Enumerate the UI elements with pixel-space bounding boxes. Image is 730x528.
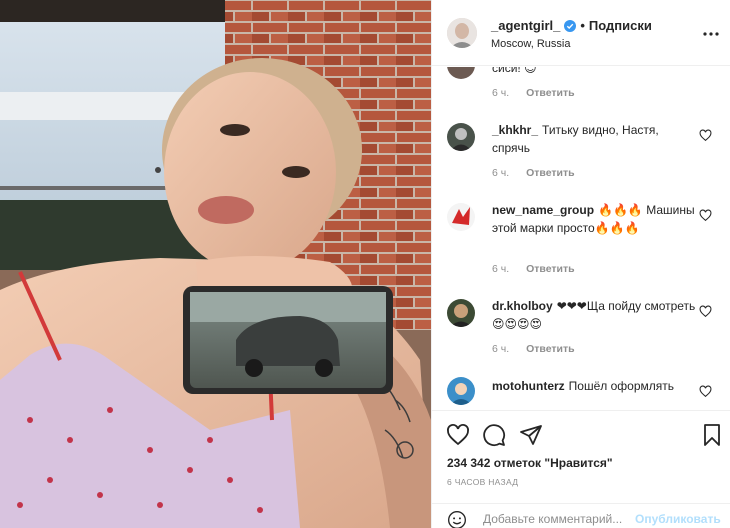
post-time[interactable]: 6 часов назад: [447, 477, 518, 487]
comment-body: Пошёл оформлять: [568, 379, 674, 393]
like-comment-heart-icon[interactable]: [699, 385, 712, 398]
comment-time[interactable]: 6 ч.: [492, 167, 509, 179]
author-username[interactable]: _agentgirl_: [491, 18, 560, 33]
comment-input[interactable]: [483, 510, 643, 528]
comment-time[interactable]: 6 ч.: [492, 263, 509, 275]
add-comment-bar: Опубликовать: [432, 503, 730, 528]
likes-count[interactable]: 234 342 отметок "Нравится": [447, 456, 613, 470]
comment-item: _khkhr_ Титьку видно, Настя, спрячь 6 ч. …: [432, 121, 730, 187]
like-comment-heart-icon[interactable]: [699, 209, 712, 222]
more-options-icon[interactable]: [701, 24, 721, 44]
follow-button[interactable]: Подписки: [589, 18, 652, 33]
reply-button[interactable]: Ответить: [526, 167, 575, 179]
comment-bubble-icon[interactable]: [482, 423, 506, 447]
commenter-username[interactable]: new_name_group: [492, 203, 594, 217]
emoji-smiley-icon[interactable]: [447, 510, 467, 528]
comment-item: new_name_group 🔥🔥🔥 Машины этой марки прос…: [432, 201, 730, 281]
post-sidebar: _agentgirl_ • Подписки Moscow, Russia си…: [431, 0, 730, 528]
commenter-username[interactable]: dr.kholboy: [492, 299, 553, 313]
post-photo[interactable]: [0, 0, 431, 528]
comment-text: motohunterz Пошёл оформлять: [492, 377, 697, 395]
commenter-username[interactable]: _khkhr_: [492, 123, 538, 137]
comments-list[interactable]: сиси! 😊 6 ч. Ответить _khkhr_ Титьку видн…: [432, 67, 730, 409]
author-avatar[interactable]: [447, 18, 477, 48]
like-heart-icon[interactable]: [446, 423, 470, 447]
commenter-avatar[interactable]: [447, 377, 475, 405]
post-actions: 234 342 отметок "Нравится" 6 часов назад…: [432, 410, 730, 528]
comment-meta: 6 ч. Ответить: [492, 343, 589, 355]
commenter-username[interactable]: motohunterz: [492, 379, 565, 393]
comment-meta: 6 ч. Ответить: [492, 167, 589, 179]
comment-item: dr.kholboy ❤❤❤Ща пойду смотреть 😍😍😍😍 6 ч.…: [432, 297, 730, 363]
share-paper-plane-icon[interactable]: [519, 423, 543, 447]
post-header: _agentgirl_ • Подписки Moscow, Russia: [432, 0, 730, 66]
publish-button[interactable]: Опубликовать: [635, 512, 721, 526]
comment-time[interactable]: 6 ч.: [492, 87, 509, 99]
comment-text: new_name_group 🔥🔥🔥 Машины этой марки прос…: [492, 201, 697, 237]
comment-text: сиси! 😊: [492, 67, 697, 77]
save-bookmark-icon[interactable]: [700, 423, 724, 447]
verified-badge-icon: [564, 19, 577, 32]
commenter-avatar[interactable]: [447, 299, 475, 327]
comment-meta: 6 ч. Ответить: [492, 263, 589, 275]
like-comment-heart-icon[interactable]: [699, 129, 712, 142]
comment-item: сиси! 😊 6 ч. Ответить: [432, 67, 730, 109]
comment-text: _khkhr_ Титьку видно, Настя, спрячь: [492, 121, 697, 157]
reply-button[interactable]: Ответить: [526, 263, 575, 275]
like-comment-heart-icon[interactable]: [699, 305, 712, 318]
post-photo-image: [0, 0, 431, 528]
comment-text: dr.kholboy ❤❤❤Ща пойду смотреть 😍😍😍😍: [492, 297, 697, 333]
commenter-avatar[interactable]: [447, 203, 475, 231]
comment-meta: 6 ч. Ответить: [492, 87, 589, 99]
separator-dot: •: [580, 18, 585, 33]
author-line: _agentgirl_ • Подписки: [491, 18, 652, 33]
post-location[interactable]: Moscow, Russia: [491, 38, 570, 50]
reply-button[interactable]: Ответить: [526, 87, 575, 99]
commenter-avatar[interactable]: [447, 67, 475, 79]
comment-body: сиси! 😊: [492, 67, 537, 75]
comment-time[interactable]: 6 ч.: [492, 343, 509, 355]
reply-button[interactable]: Ответить: [526, 343, 575, 355]
comment-item: motohunterz Пошёл оформлять: [432, 377, 730, 409]
commenter-avatar[interactable]: [447, 123, 475, 151]
